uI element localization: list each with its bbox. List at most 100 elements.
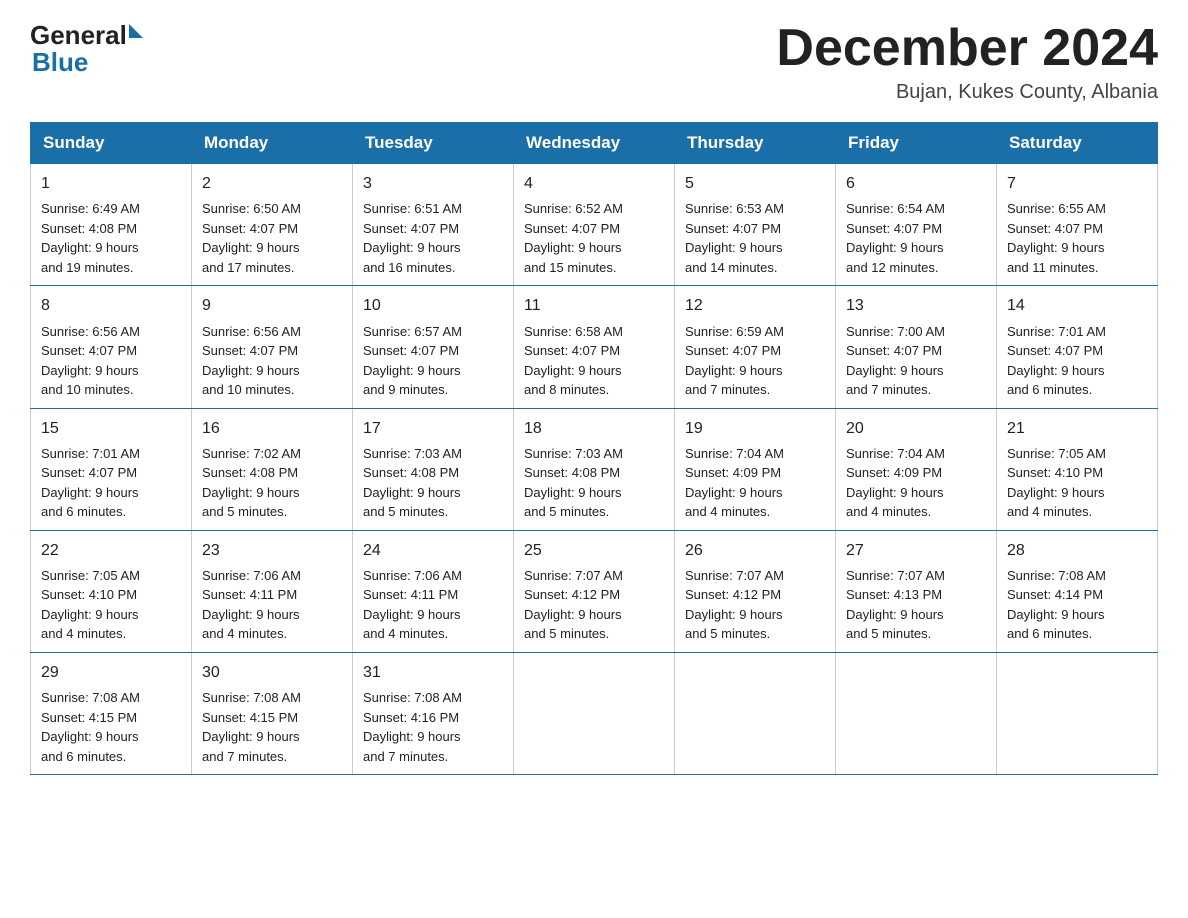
day-number: 21 [1007,417,1147,440]
table-row: 8 Sunrise: 6:56 AM Sunset: 4:07 PM Dayli… [31,286,192,408]
day-info: Sunrise: 7:01 AM Sunset: 4:07 PM Dayligh… [1007,322,1147,400]
day-number: 22 [41,539,181,562]
day-info: Sunrise: 6:56 AM Sunset: 4:07 PM Dayligh… [202,322,342,400]
table-row: 27 Sunrise: 7:07 AM Sunset: 4:13 PM Dayl… [836,530,997,652]
table-row: 14 Sunrise: 7:01 AM Sunset: 4:07 PM Dayl… [997,286,1158,408]
day-number: 14 [1007,294,1147,317]
table-row: 18 Sunrise: 7:03 AM Sunset: 4:08 PM Dayl… [514,408,675,530]
table-row: 1 Sunrise: 6:49 AM Sunset: 4:08 PM Dayli… [31,164,192,286]
day-info: Sunrise: 7:03 AM Sunset: 4:08 PM Dayligh… [524,444,664,522]
logo-blue-text: Blue [30,47,88,78]
day-number: 3 [363,172,503,195]
day-info: Sunrise: 7:06 AM Sunset: 4:11 PM Dayligh… [363,566,503,644]
day-info: Sunrise: 6:57 AM Sunset: 4:07 PM Dayligh… [363,322,503,400]
header-wednesday: Wednesday [514,123,675,164]
day-info: Sunrise: 7:02 AM Sunset: 4:08 PM Dayligh… [202,444,342,522]
day-info: Sunrise: 6:58 AM Sunset: 4:07 PM Dayligh… [524,322,664,400]
day-info: Sunrise: 7:08 AM Sunset: 4:14 PM Dayligh… [1007,566,1147,644]
table-row: 7 Sunrise: 6:55 AM Sunset: 4:07 PM Dayli… [997,164,1158,286]
table-row: 13 Sunrise: 7:00 AM Sunset: 4:07 PM Dayl… [836,286,997,408]
table-row: 15 Sunrise: 7:01 AM Sunset: 4:07 PM Dayl… [31,408,192,530]
day-info: Sunrise: 7:01 AM Sunset: 4:07 PM Dayligh… [41,444,181,522]
table-row: 25 Sunrise: 7:07 AM Sunset: 4:12 PM Dayl… [514,530,675,652]
day-info: Sunrise: 7:08 AM Sunset: 4:15 PM Dayligh… [41,688,181,766]
calendar-week-3: 15 Sunrise: 7:01 AM Sunset: 4:07 PM Dayl… [31,408,1158,530]
table-row: 12 Sunrise: 6:59 AM Sunset: 4:07 PM Dayl… [675,286,836,408]
day-number: 1 [41,172,181,195]
day-number: 10 [363,294,503,317]
day-number: 12 [685,294,825,317]
day-number: 6 [846,172,986,195]
day-number: 5 [685,172,825,195]
table-row: 2 Sunrise: 6:50 AM Sunset: 4:07 PM Dayli… [192,164,353,286]
day-number: 27 [846,539,986,562]
table-row: 16 Sunrise: 7:02 AM Sunset: 4:08 PM Dayl… [192,408,353,530]
day-number: 18 [524,417,664,440]
table-row [675,652,836,774]
day-number: 29 [41,661,181,684]
day-number: 8 [41,294,181,317]
page-header: General Blue December 2024 Bujan, Kukes … [30,20,1158,104]
header-tuesday: Tuesday [353,123,514,164]
day-number: 13 [846,294,986,317]
day-info: Sunrise: 6:51 AM Sunset: 4:07 PM Dayligh… [363,199,503,277]
table-row [836,652,997,774]
day-info: Sunrise: 7:07 AM Sunset: 4:13 PM Dayligh… [846,566,986,644]
day-info: Sunrise: 7:00 AM Sunset: 4:07 PM Dayligh… [846,322,986,400]
day-number: 17 [363,417,503,440]
table-row: 5 Sunrise: 6:53 AM Sunset: 4:07 PM Dayli… [675,164,836,286]
day-info: Sunrise: 7:04 AM Sunset: 4:09 PM Dayligh… [846,444,986,522]
table-row: 6 Sunrise: 6:54 AM Sunset: 4:07 PM Dayli… [836,164,997,286]
calendar-week-2: 8 Sunrise: 6:56 AM Sunset: 4:07 PM Dayli… [31,286,1158,408]
day-number: 25 [524,539,664,562]
header-saturday: Saturday [997,123,1158,164]
day-info: Sunrise: 6:59 AM Sunset: 4:07 PM Dayligh… [685,322,825,400]
day-info: Sunrise: 6:50 AM Sunset: 4:07 PM Dayligh… [202,199,342,277]
calendar-header-row: Sunday Monday Tuesday Wednesday Thursday… [31,123,1158,164]
day-info: Sunrise: 6:53 AM Sunset: 4:07 PM Dayligh… [685,199,825,277]
day-number: 23 [202,539,342,562]
day-info: Sunrise: 7:03 AM Sunset: 4:08 PM Dayligh… [363,444,503,522]
table-row: 9 Sunrise: 6:56 AM Sunset: 4:07 PM Dayli… [192,286,353,408]
location-label: Bujan, Kukes County, Albania [776,81,1158,104]
day-number: 15 [41,417,181,440]
table-row: 10 Sunrise: 6:57 AM Sunset: 4:07 PM Dayl… [353,286,514,408]
day-number: 7 [1007,172,1147,195]
day-info: Sunrise: 7:06 AM Sunset: 4:11 PM Dayligh… [202,566,342,644]
day-info: Sunrise: 6:56 AM Sunset: 4:07 PM Dayligh… [41,322,181,400]
table-row: 28 Sunrise: 7:08 AM Sunset: 4:14 PM Dayl… [997,530,1158,652]
day-info: Sunrise: 7:05 AM Sunset: 4:10 PM Dayligh… [1007,444,1147,522]
table-row: 31 Sunrise: 7:08 AM Sunset: 4:16 PM Dayl… [353,652,514,774]
day-number: 30 [202,661,342,684]
calendar-week-1: 1 Sunrise: 6:49 AM Sunset: 4:08 PM Dayli… [31,164,1158,286]
header-thursday: Thursday [675,123,836,164]
day-number: 31 [363,661,503,684]
day-info: Sunrise: 7:08 AM Sunset: 4:16 PM Dayligh… [363,688,503,766]
day-info: Sunrise: 6:55 AM Sunset: 4:07 PM Dayligh… [1007,199,1147,277]
header-sunday: Sunday [31,123,192,164]
day-info: Sunrise: 6:54 AM Sunset: 4:07 PM Dayligh… [846,199,986,277]
day-number: 2 [202,172,342,195]
header-monday: Monday [192,123,353,164]
day-info: Sunrise: 7:07 AM Sunset: 4:12 PM Dayligh… [685,566,825,644]
day-info: Sunrise: 7:07 AM Sunset: 4:12 PM Dayligh… [524,566,664,644]
table-row: 22 Sunrise: 7:05 AM Sunset: 4:10 PM Dayl… [31,530,192,652]
table-row: 24 Sunrise: 7:06 AM Sunset: 4:11 PM Dayl… [353,530,514,652]
day-number: 4 [524,172,664,195]
calendar-table: Sunday Monday Tuesday Wednesday Thursday… [30,122,1158,775]
header-friday: Friday [836,123,997,164]
title-block: December 2024 Bujan, Kukes County, Alban… [776,20,1158,104]
day-number: 16 [202,417,342,440]
table-row: 30 Sunrise: 7:08 AM Sunset: 4:15 PM Dayl… [192,652,353,774]
day-number: 28 [1007,539,1147,562]
day-number: 11 [524,294,664,317]
table-row: 29 Sunrise: 7:08 AM Sunset: 4:15 PM Dayl… [31,652,192,774]
logo: General Blue [30,20,143,78]
day-info: Sunrise: 7:08 AM Sunset: 4:15 PM Dayligh… [202,688,342,766]
day-number: 19 [685,417,825,440]
day-number: 26 [685,539,825,562]
day-number: 9 [202,294,342,317]
day-info: Sunrise: 7:04 AM Sunset: 4:09 PM Dayligh… [685,444,825,522]
day-info: Sunrise: 6:52 AM Sunset: 4:07 PM Dayligh… [524,199,664,277]
calendar-week-4: 22 Sunrise: 7:05 AM Sunset: 4:10 PM Dayl… [31,530,1158,652]
